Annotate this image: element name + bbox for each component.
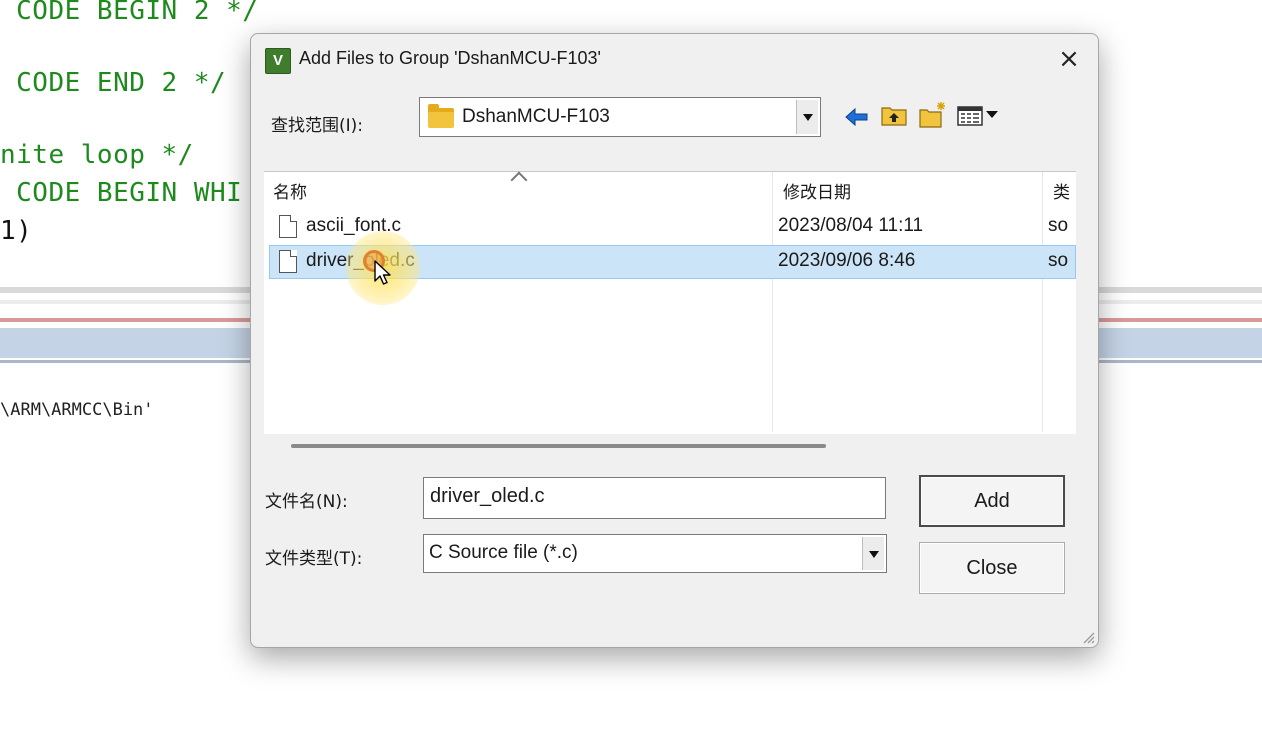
sort-caret-icon [510,171,528,189]
add-button[interactable]: Add [919,475,1065,527]
dialog-titlebar[interactable]: V Add Files to Group 'DshanMCU-F103' × [251,34,1098,86]
column-header-type[interactable]: 类 [1053,178,1070,203]
list-item[interactable]: ascii_font.c 2023/08/04 11:11 so [269,210,1076,244]
filename-label: 文件名(N): [265,492,348,512]
file-list[interactable]: 名称 修改日期 类 ascii_font.c 2023/08/04 11:11 … [264,171,1076,434]
filetype-dropdown[interactable]: C Source file (*.c) [423,534,887,573]
file-modified: 2023/08/04 11:11 [778,215,924,236]
file-icon [279,250,297,273]
file-modified: 2023/09/06 8:46 [778,250,916,271]
view-menu-icon[interactable] [955,100,1005,130]
column-header-name[interactable]: 名称 [273,178,307,203]
code-line: CODE BEGIN 2 */ [0,0,259,26]
back-icon[interactable] [842,102,872,132]
chevron-down-icon[interactable] [796,100,818,134]
new-folder-icon[interactable] [917,100,947,130]
file-type: so [1048,250,1069,271]
filetype-value: C Source file (*.c) [429,542,578,563]
dialog-title: Add Files to Group 'DshanMCU-F103' [299,48,601,68]
file-type: so [1048,215,1069,236]
resize-grip-icon[interactable] [1081,630,1095,644]
column-header-modified[interactable]: 修改日期 [783,178,851,203]
code-line: CODE BEGIN WHI [0,178,243,208]
filename-value: driver_oled.c [430,485,545,507]
close-icon[interactable]: × [1051,44,1087,76]
file-icon [279,215,297,238]
look-in-dropdown[interactable]: DshanMCU-F103 [419,97,821,137]
chevron-down-icon[interactable] [862,537,884,570]
up-folder-icon[interactable] [879,100,909,130]
look-in-value: DshanMCU-F103 [462,106,610,127]
mouse-pointer-icon [374,260,391,285]
code-line: nite loop */ [0,140,194,170]
code-line: CODE END 2 */ [0,68,227,98]
add-files-dialog: V Add Files to Group 'DshanMCU-F103' × 查… [250,33,1099,648]
code-line: 1) [0,216,33,246]
folder-icon [428,104,454,128]
file-name: driver_oled.c [306,250,415,271]
keil-uvision-icon: V [265,48,291,74]
filename-input[interactable]: driver_oled.c [423,477,886,519]
file-name: ascii_font.c [306,215,402,236]
horizontal-scrollbar[interactable] [291,444,826,448]
build-output-text: \ARM\ARMCC\Bin' [0,400,154,420]
look-in-label: 查找范围(I): [271,116,364,136]
filetype-label: 文件类型(T): [265,549,363,569]
close-button[interactable]: Close [919,542,1065,594]
